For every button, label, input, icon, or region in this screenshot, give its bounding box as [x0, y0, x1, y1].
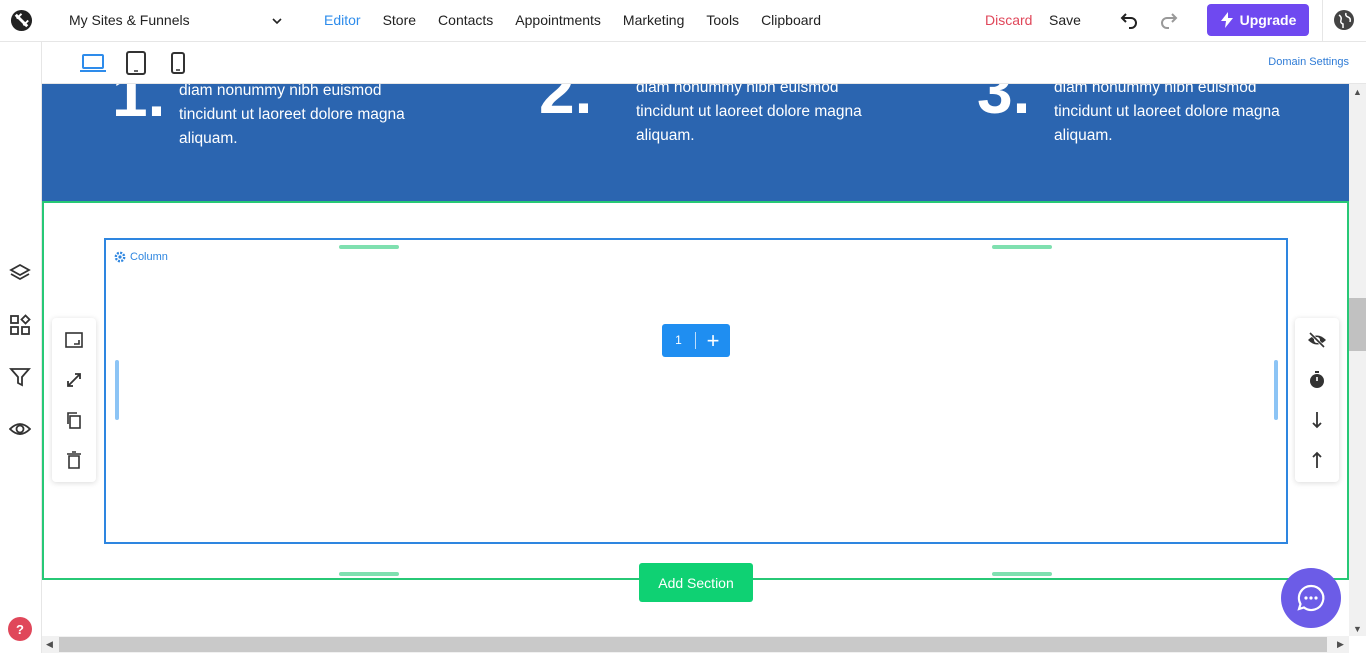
delete-icon[interactable]	[64, 450, 84, 470]
feature-line: tincidunt ut laoreet dolore magna	[1054, 103, 1280, 120]
undo-icon[interactable]	[1117, 10, 1139, 32]
nav-contacts[interactable]: Contacts	[438, 12, 493, 28]
help-button[interactable]: ?	[8, 617, 32, 641]
nav-appointments[interactable]: Appointments	[515, 12, 601, 28]
editor-canvas: 1. diam nonummy nibh euismod tincidunt u…	[42, 84, 1349, 636]
vertical-scrollbar[interactable]	[1349, 84, 1366, 636]
copy-icon[interactable]	[64, 410, 84, 430]
eye-off-icon[interactable]	[1307, 330, 1327, 350]
nav-marketing[interactable]: Marketing	[623, 12, 684, 28]
row-count: 1	[662, 332, 696, 349]
gear-icon	[114, 251, 126, 263]
main-nav: Editor Store Contacts Appointments Marke…	[324, 12, 843, 28]
domain-settings-link[interactable]: Domain Settings	[1268, 56, 1349, 68]
expand-icon[interactable]	[64, 370, 84, 390]
feature-line: diam nonummy nibh euismod	[1054, 84, 1257, 96]
funnel-icon[interactable]	[9, 366, 31, 388]
scroll-up-icon[interactable]: ▲	[1353, 87, 1362, 97]
site-selector-label: My Sites & Funnels	[69, 12, 190, 28]
eye-icon[interactable]	[9, 418, 31, 440]
feature-line: tincidunt ut laoreet dolore magna	[179, 106, 405, 123]
nav-store[interactable]: Store	[383, 12, 416, 28]
mobile-icon[interactable]	[165, 51, 191, 75]
discard-button[interactable]: Discard	[985, 12, 1032, 28]
row-control[interactable]: 1 +	[662, 324, 730, 357]
vertical-scrollbar-thumb[interactable]	[1349, 298, 1366, 351]
feature-line: tincidunt ut laoreet dolore magna	[636, 103, 862, 120]
upgrade-button[interactable]: Upgrade	[1207, 4, 1309, 36]
desktop-icon[interactable]	[80, 51, 106, 75]
elements-icon[interactable]	[9, 314, 31, 336]
logo-icon[interactable]	[10, 9, 33, 32]
divider	[1322, 0, 1323, 42]
column-container[interactable]	[104, 238, 1288, 544]
lightning-icon	[1220, 12, 1233, 28]
save-button[interactable]: Save	[1049, 12, 1081, 28]
section-resize-handle[interactable]	[339, 572, 399, 576]
feature-number: 3.	[977, 84, 1031, 127]
nav-clipboard[interactable]: Clipboard	[761, 12, 821, 28]
site-selector[interactable]: My Sites & Funnels	[69, 12, 284, 28]
top-bar: My Sites & Funnels Editor Store Contacts…	[0, 0, 1366, 42]
column-resize-handle[interactable]	[115, 360, 119, 420]
feature-text[interactable]: diam nonummy nibh euismod tincidunt ut l…	[1054, 84, 1280, 148]
resize-box-icon[interactable]	[64, 330, 84, 350]
upgrade-label: Upgrade	[1239, 12, 1297, 28]
nav-tools[interactable]: Tools	[706, 12, 739, 28]
feature-number: 1.	[112, 84, 166, 130]
arrow-up-icon[interactable]	[1307, 450, 1327, 470]
timer-icon[interactable]	[1307, 370, 1327, 390]
device-bar: Domain Settings	[42, 42, 1366, 84]
feature-text[interactable]: diam nonummy nibh euismod tincidunt ut l…	[636, 84, 862, 148]
arrow-down-icon[interactable]	[1307, 410, 1327, 430]
globe-icon[interactable]	[1333, 9, 1355, 31]
feature-line: diam nonummy nibh euismod	[636, 84, 839, 96]
feature-line: aliquam.	[1054, 127, 1113, 144]
redo-icon[interactable]	[1159, 10, 1181, 32]
add-row-icon[interactable]: +	[696, 324, 730, 357]
column-label-text: Column	[130, 251, 168, 263]
scroll-left-icon[interactable]: ◀	[46, 639, 53, 650]
layers-icon[interactable]	[9, 262, 31, 284]
left-sidebar	[0, 42, 42, 653]
feature-line: aliquam.	[636, 127, 695, 144]
add-section-button[interactable]: Add Section	[639, 563, 753, 602]
tablet-icon[interactable]	[123, 51, 149, 75]
column-resize-handle[interactable]	[1274, 360, 1278, 420]
horizontal-scrollbar-thumb[interactable]	[59, 637, 1327, 652]
chat-icon	[1297, 584, 1325, 612]
features-section[interactable]: 1. diam nonummy nibh euismod tincidunt u…	[42, 84, 1349, 201]
scroll-down-icon[interactable]: ▼	[1353, 624, 1362, 634]
feature-line: aliquam.	[179, 130, 238, 147]
feature-line: diam nonummy nibh euismod	[179, 84, 382, 99]
feature-number: 2.	[539, 84, 593, 127]
chevron-down-icon	[272, 18, 282, 25]
feature-text[interactable]: diam nonummy nibh euismod tincidunt ut l…	[179, 84, 405, 151]
column-label[interactable]: Column	[114, 251, 168, 263]
section-toolbar-left	[52, 318, 96, 482]
scroll-right-icon[interactable]: ▶	[1337, 639, 1344, 650]
chat-widget-button[interactable]	[1281, 568, 1341, 628]
nav-editor[interactable]: Editor	[324, 12, 361, 28]
section-resize-handle[interactable]	[992, 572, 1052, 576]
section-toolbar-right	[1295, 318, 1339, 482]
